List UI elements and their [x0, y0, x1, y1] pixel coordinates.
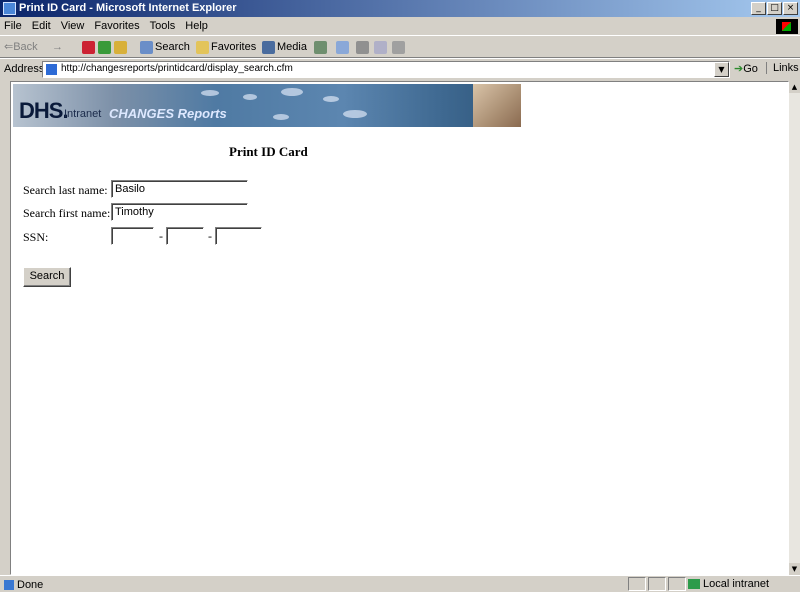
last-name-input[interactable]	[111, 180, 248, 198]
window-title: Print ID Card - Microsoft Internet Explo…	[19, 2, 237, 14]
banner-decoration	[243, 94, 257, 100]
window-controls: _ □ ×	[751, 2, 798, 15]
home-button[interactable]	[114, 39, 129, 55]
search-button[interactable]: Search	[140, 39, 190, 55]
address-bar: Address http://changesreports/printidcar…	[0, 58, 800, 80]
address-label: Address	[4, 63, 45, 75]
status-pane	[668, 577, 686, 591]
banner-changes-reports: CHANGES Reports	[109, 106, 227, 121]
address-dropdown[interactable]: ▼	[714, 62, 729, 77]
banner-decoration	[323, 96, 339, 102]
stop-icon	[82, 40, 95, 54]
ssn-separator: -	[208, 229, 212, 243]
scroll-down-icon[interactable]: ▼	[789, 563, 800, 575]
menu-tools[interactable]: Tools	[145, 18, 181, 32]
media-icon	[262, 40, 275, 54]
banner-decoration	[343, 110, 367, 118]
close-button[interactable]: ×	[783, 2, 798, 15]
address-input[interactable]: http://changesreports/printidcard/displa…	[42, 61, 730, 78]
security-zone: Local intranet	[688, 578, 769, 590]
first-name-label: Search first name:	[23, 206, 111, 220]
zone-label: Local intranet	[703, 578, 770, 590]
go-arrow-icon: ➔	[734, 63, 744, 75]
menu-file[interactable]: File	[0, 18, 27, 32]
search-label: Search	[155, 41, 190, 53]
edit-icon	[374, 40, 387, 54]
go-button[interactable]: ➔Go	[734, 62, 758, 75]
history-icon	[314, 40, 327, 54]
discuss-icon	[392, 40, 405, 54]
home-icon	[114, 40, 127, 54]
page-done-icon	[4, 580, 14, 591]
vertical-scrollbar[interactable]: ▲ ▼	[789, 81, 800, 575]
discuss-button[interactable]	[392, 39, 407, 55]
address-url: http://changesreports/printidcard/displa…	[61, 63, 293, 74]
print-icon	[356, 40, 369, 54]
menu-bar: File Edit View Favorites Tools Help	[0, 18, 800, 36]
ssn-label: SSN:	[23, 230, 49, 244]
page-content: DHS. Intranet CHANGES Reports Print ID C…	[10, 81, 789, 575]
banner-decoration	[281, 88, 303, 96]
first-name-input[interactable]	[111, 203, 248, 221]
ssn-part-1-input[interactable]	[111, 227, 154, 245]
banner-decoration	[201, 90, 219, 96]
maximize-button[interactable]: □	[767, 2, 782, 15]
windows-logo-icon	[776, 19, 798, 34]
status-done: Done	[4, 579, 43, 591]
print-button[interactable]	[356, 39, 371, 55]
banner-decoration	[273, 114, 289, 120]
refresh-icon	[98, 40, 111, 54]
status-pane	[628, 577, 646, 591]
banner-dhs: DHS.	[19, 98, 69, 123]
minimize-button[interactable]: _	[751, 2, 766, 15]
ie-icon	[3, 2, 16, 15]
status-pane	[648, 577, 666, 591]
status-text: Done	[17, 579, 44, 591]
banner-photo	[473, 84, 521, 127]
standard-toolbar: ⇐Back → Search Favorites Media	[0, 36, 800, 58]
ssn-separator: -	[159, 229, 163, 243]
history-button[interactable]	[314, 39, 329, 55]
back-label: ⇐Back	[4, 41, 38, 53]
menu-edit[interactable]: Edit	[27, 18, 56, 32]
intranet-zone-icon	[688, 579, 700, 590]
menu-help[interactable]: Help	[180, 18, 213, 32]
banner-intranet: Intranet	[64, 108, 102, 120]
favorites-button[interactable]: Favorites	[196, 39, 256, 55]
media-label: Media	[277, 41, 307, 53]
page-title: Print ID Card	[229, 144, 308, 159]
ssn-part-2-input[interactable]	[166, 227, 204, 245]
search-icon	[140, 40, 153, 54]
dhs-banner: DHS. Intranet CHANGES Reports	[13, 84, 521, 127]
stop-button[interactable]	[82, 39, 97, 55]
favorites-label: Favorites	[211, 41, 257, 53]
refresh-button[interactable]	[98, 39, 113, 55]
scroll-up-icon[interactable]: ▲	[789, 81, 800, 93]
links-button[interactable]: Links	[766, 62, 799, 74]
back-button[interactable]: ⇐Back	[4, 39, 38, 55]
status-bar: Done Local intranet	[0, 575, 800, 592]
page-icon	[46, 64, 57, 75]
menu-view[interactable]: View	[56, 18, 90, 32]
window-titlebar: Print ID Card - Microsoft Internet Explo…	[0, 0, 800, 17]
edit-button[interactable]	[374, 39, 389, 55]
menu-favorites[interactable]: Favorites	[89, 18, 144, 32]
forward-button[interactable]: →	[52, 39, 63, 55]
search-submit-button[interactable]: Search	[23, 267, 71, 287]
mail-icon	[336, 40, 349, 54]
go-label: Go	[743, 63, 758, 75]
ssn-part-3-input[interactable]	[215, 227, 262, 245]
last-name-label: Search last name:	[23, 183, 108, 197]
mail-button[interactable]	[336, 39, 351, 55]
media-button[interactable]: Media	[262, 39, 307, 55]
favorites-icon	[196, 40, 209, 54]
